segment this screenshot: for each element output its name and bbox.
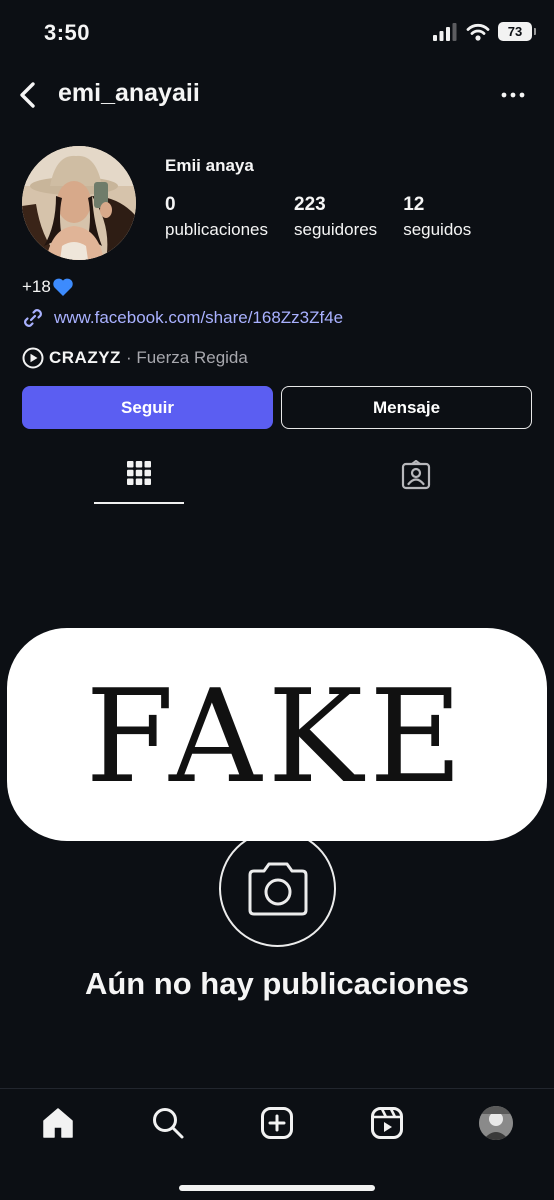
stat-posts-count: 0 bbox=[165, 194, 176, 215]
signal-icon bbox=[433, 22, 457, 41]
camera-icon bbox=[248, 862, 307, 915]
fake-overlay-text: FAKE bbox=[85, 662, 469, 812]
blue-heart-icon bbox=[53, 278, 73, 296]
stat-followers-label: seguidores bbox=[294, 220, 378, 239]
display-name: Emii anaya bbox=[165, 156, 254, 175]
grid-icon bbox=[127, 461, 151, 485]
profile-avatar-photo bbox=[479, 1106, 513, 1140]
nav-create[interactable] bbox=[259, 1105, 295, 1141]
status-time: 3:50 bbox=[44, 20, 91, 45]
reels-icon bbox=[371, 1107, 403, 1139]
more-horizontal-icon bbox=[501, 92, 525, 98]
profile-avatar-small bbox=[479, 1106, 513, 1140]
chevron-left-icon bbox=[20, 82, 35, 108]
camera-circle bbox=[219, 830, 336, 947]
stat-followers-count: 223 bbox=[294, 194, 326, 215]
link-icon bbox=[24, 309, 42, 327]
stat-following-count: 12 bbox=[403, 194, 425, 215]
link-text[interactable]: www.facebook.com/share/168Zz3Zf4e bbox=[54, 308, 343, 328]
more-options-button[interactable] bbox=[500, 82, 526, 108]
message-button[interactable]: Mensaje bbox=[281, 386, 532, 429]
stat-following[interactable]: 12 seguidos bbox=[403, 193, 471, 243]
create-icon bbox=[261, 1107, 293, 1139]
profile-header: emi_anayaii bbox=[0, 70, 554, 120]
follow-button[interactable]: Seguir bbox=[22, 386, 273, 429]
search-icon bbox=[153, 1108, 184, 1139]
bottom-nav bbox=[0, 1088, 554, 1200]
music-artist: CRAZYZ bbox=[49, 348, 121, 367]
profile-photo bbox=[22, 146, 136, 260]
bio: +18 bbox=[22, 277, 74, 297]
wifi-icon bbox=[466, 23, 490, 41]
status-icons: 73 bbox=[432, 22, 536, 41]
music-song: · Fuerza Regida bbox=[125, 348, 248, 367]
empty-state-title: Aún no hay publicaciones bbox=[84, 966, 470, 1001]
nav-search[interactable] bbox=[150, 1105, 186, 1141]
tagged-icon bbox=[401, 460, 431, 490]
tab-posts-grid[interactable] bbox=[94, 448, 184, 504]
nav-reels[interactable] bbox=[369, 1105, 405, 1141]
back-button[interactable] bbox=[14, 80, 40, 110]
username-title: emi_anayaii bbox=[58, 79, 200, 107]
nav-profile[interactable] bbox=[478, 1105, 514, 1141]
home-icon bbox=[43, 1108, 73, 1138]
external-link[interactable]: www.facebook.com/share/168Zz3Zf4e bbox=[22, 307, 343, 329]
bio-text: +18 bbox=[22, 277, 51, 296]
tab-tagged[interactable] bbox=[371, 448, 461, 504]
stat-following-label: seguidos bbox=[403, 220, 472, 239]
profile-stats: 0 publicaciones 223 seguidores 12 seguid… bbox=[165, 193, 497, 243]
profile-avatar[interactable] bbox=[22, 146, 136, 260]
stat-followers[interactable]: 223 seguidores bbox=[294, 193, 377, 243]
nav-home[interactable] bbox=[40, 1105, 76, 1141]
home-indicator bbox=[179, 1185, 375, 1191]
play-circle-icon bbox=[22, 347, 44, 369]
battery-indicator: 73 bbox=[498, 22, 536, 41]
fake-overlay-banner: FAKE bbox=[7, 628, 547, 841]
status-bar: 3:50 73 bbox=[0, 0, 554, 66]
stat-posts-label: publicaciones bbox=[165, 220, 269, 239]
stat-posts[interactable]: 0 publicaciones bbox=[165, 193, 268, 243]
profile-music[interactable]: CRAZYZ · Fuerza Regida bbox=[22, 347, 248, 369]
